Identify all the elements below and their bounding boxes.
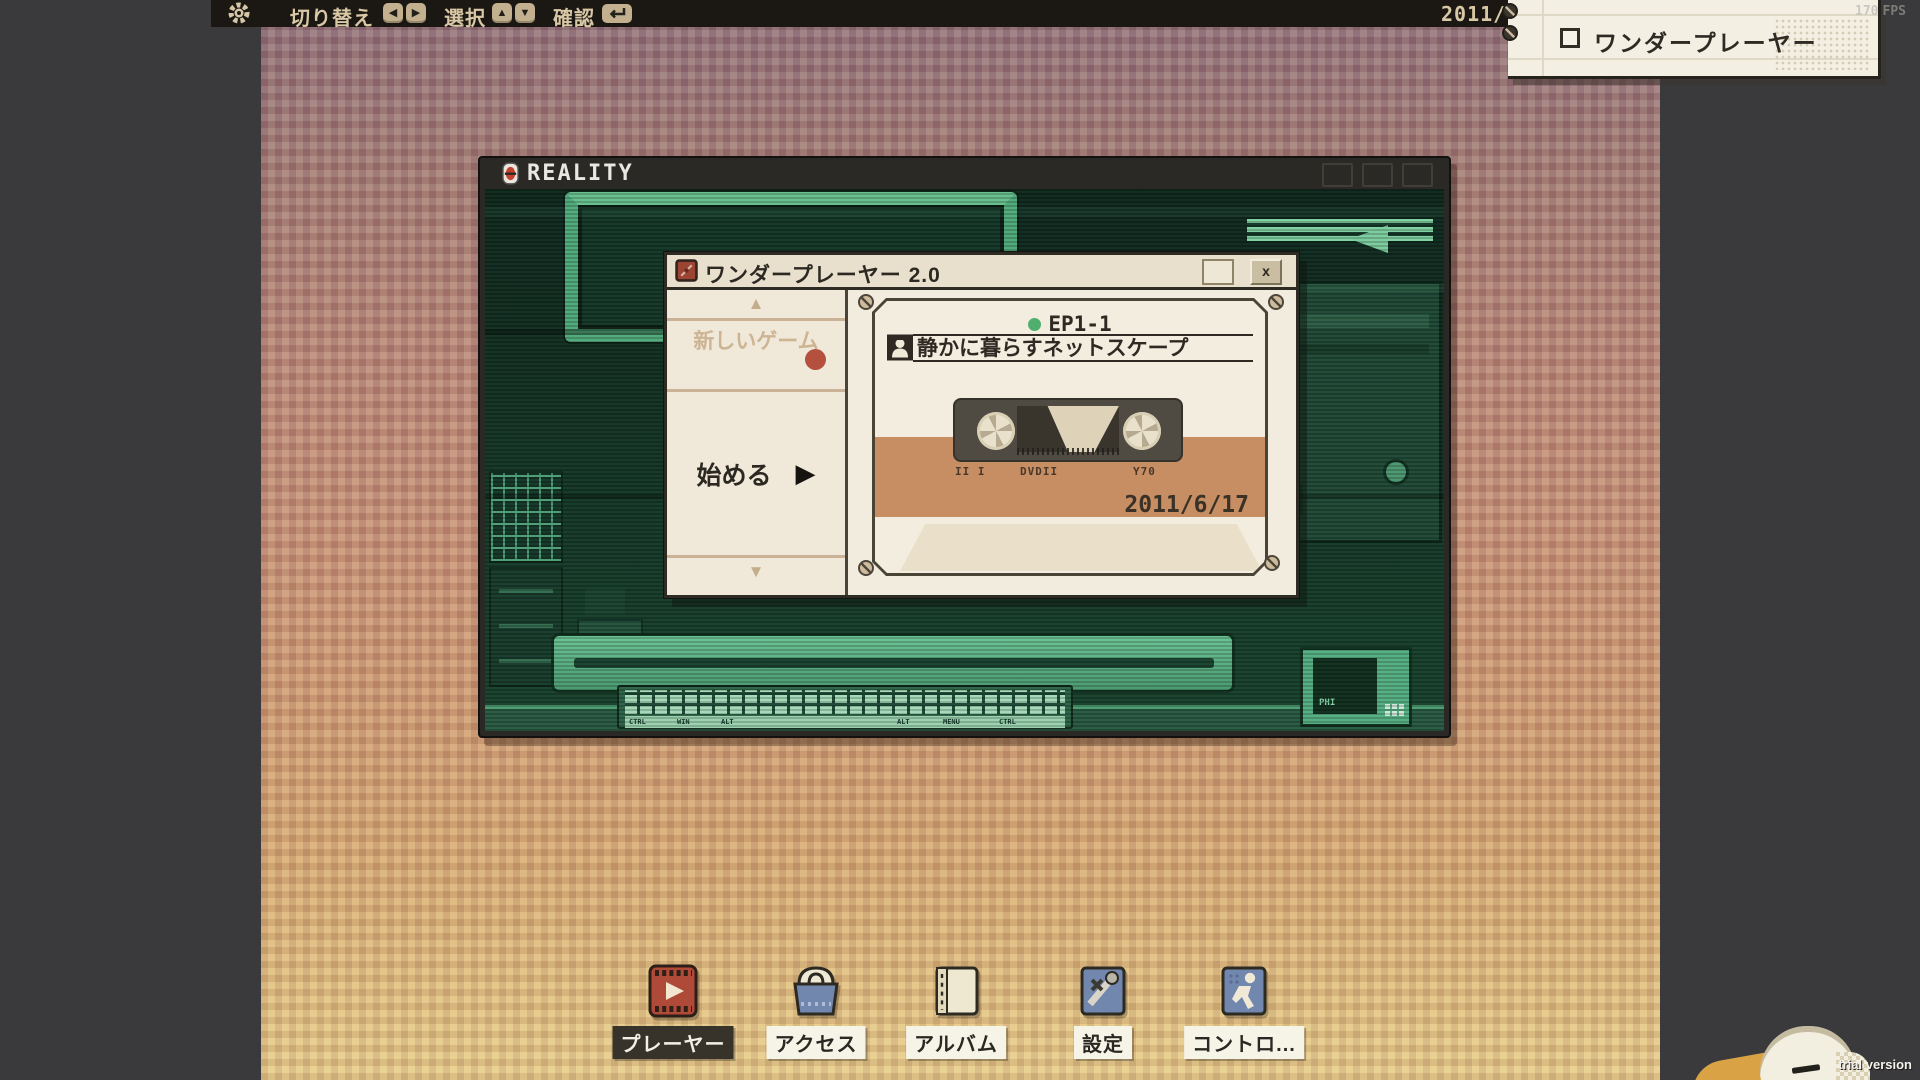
screw-icon <box>1268 294 1284 310</box>
hud-date: 2011/ <box>1441 2 1506 26</box>
up-arrow-button[interactable]: ▲ <box>492 3 512 23</box>
titlebar-square-button-2[interactable] <box>1362 163 1393 187</box>
top-hud-bar: 切り替え ◀ ▶ 選択 ▲ ▼ 確認 2011/ <box>211 0 1660 27</box>
album-app-icon[interactable] <box>927 962 985 1020</box>
gear-icon[interactable] <box>227 1 251 25</box>
menu-checkbox[interactable] <box>1560 28 1580 48</box>
play-arrow-icon: ▶ <box>796 458 816 489</box>
tape-window <box>1017 406 1119 452</box>
dock-label-settings[interactable]: 設定 <box>1074 1026 1132 1059</box>
red-dot-indicator <box>805 349 826 370</box>
cassette-holder <box>900 524 1262 571</box>
screw-icon <box>1264 555 1280 571</box>
close-button[interactable]: x <box>1250 259 1282 285</box>
cassette-title-row: 静かに暮らすネットスケープ <box>887 334 1253 362</box>
record-icon <box>502 162 519 185</box>
scroll-up-button[interactable]: ▲ <box>667 290 845 321</box>
hud-switch-label: 切り替え <box>290 2 374 31</box>
new-game-label: 新しいゲーム <box>692 329 820 354</box>
menu-item-start[interactable]: 始める ▶ <box>667 392 845 558</box>
titlebar-square-button-1[interactable] <box>1322 163 1353 187</box>
reel-left <box>977 412 1015 450</box>
reel-right <box>1123 412 1161 450</box>
menu-item-new-game[interactable]: 新しいゲーム <box>667 321 845 392</box>
minimize-button[interactable] <box>1202 259 1234 285</box>
wonder-player-window: ワンダープレーヤー 2.0 x ▲ 新しいゲーム 始める ▶ ▼ <box>664 252 1299 598</box>
player-app-icon[interactable] <box>644 962 702 1020</box>
cassette-card: EP1-1 静かに暮らすネットスケープ <box>872 298 1268 576</box>
screw-icon <box>1502 25 1518 41</box>
left-arrow-button[interactable]: ◀ <box>383 3 403 23</box>
titlebar-square-button-3[interactable] <box>1402 163 1433 187</box>
dock-label-player[interactable]: プレーヤー <box>613 1026 734 1059</box>
menu-item-label: ワンダープレーヤー <box>1594 24 1818 58</box>
cassette-date: 2011/6/17 <box>1124 492 1249 518</box>
cassette-icon <box>675 259 698 282</box>
scroll-up-icon: ▲ <box>748 294 765 313</box>
dock-label-album[interactable]: アルバム <box>906 1026 1006 1059</box>
overlay-menu-panel[interactable]: ワンダープレーヤー <box>1508 0 1881 79</box>
dock-label-access[interactable]: アクセス <box>767 1026 866 1059</box>
tape-ticks <box>1017 448 1119 455</box>
fps-value: 170 <box>1855 4 1878 19</box>
hud-confirm-label: 確認 <box>553 2 595 31</box>
screw-icon <box>1502 3 1518 19</box>
scroll-down-icon: ▼ <box>748 562 765 581</box>
cassette-mark: Y70 <box>1133 465 1156 478</box>
start-label: 始める <box>696 456 771 492</box>
reality-titlebar[interactable]: REALITY <box>480 158 1449 189</box>
player-titlebar[interactable]: ワンダープレーヤー 2.0 x <box>667 255 1296 290</box>
fps-counter: 170 FPS <box>1855 4 1906 19</box>
person-icon <box>887 334 913 361</box>
cassette-mark: DVDII <box>1020 465 1058 478</box>
settings-app-icon[interactable] <box>1074 962 1132 1020</box>
cassette-graphic <box>953 398 1183 462</box>
control-app-icon[interactable] <box>1215 962 1273 1020</box>
fps-unit: FPS <box>1883 4 1906 19</box>
hud-select-label: 選択 <box>444 2 486 31</box>
menu-column: ▲ 新しいゲーム 始める ▶ ▼ <box>667 290 848 595</box>
screw-icon <box>858 560 874 576</box>
player-title: ワンダープレーヤー 2.0 <box>705 259 941 289</box>
dock-label-control[interactable]: コントロ... <box>1184 1026 1304 1059</box>
right-arrow-button[interactable]: ▶ <box>406 3 426 23</box>
green-dot-icon <box>1028 318 1041 331</box>
scroll-down-button[interactable]: ▼ <box>667 558 845 582</box>
cassette-panel: EP1-1 静かに暮らすネットスケープ <box>848 290 1296 595</box>
reality-title: REALITY <box>527 161 634 186</box>
access-app-icon[interactable] <box>787 962 845 1020</box>
cassette-mark: II I <box>955 465 986 478</box>
cassette-title: 静かに暮らすネットスケープ <box>913 334 1253 362</box>
trial-version-label: trial version <box>1838 1057 1912 1072</box>
screw-icon <box>858 294 874 310</box>
enter-key-icon[interactable] <box>601 3 633 24</box>
episode-label: EP1-1 <box>1048 312 1111 336</box>
down-arrow-button[interactable]: ▼ <box>515 3 535 23</box>
screen: 切り替え ◀ ▶ 選択 ▲ ▼ 確認 2011/ REALITY <box>0 0 1920 1080</box>
